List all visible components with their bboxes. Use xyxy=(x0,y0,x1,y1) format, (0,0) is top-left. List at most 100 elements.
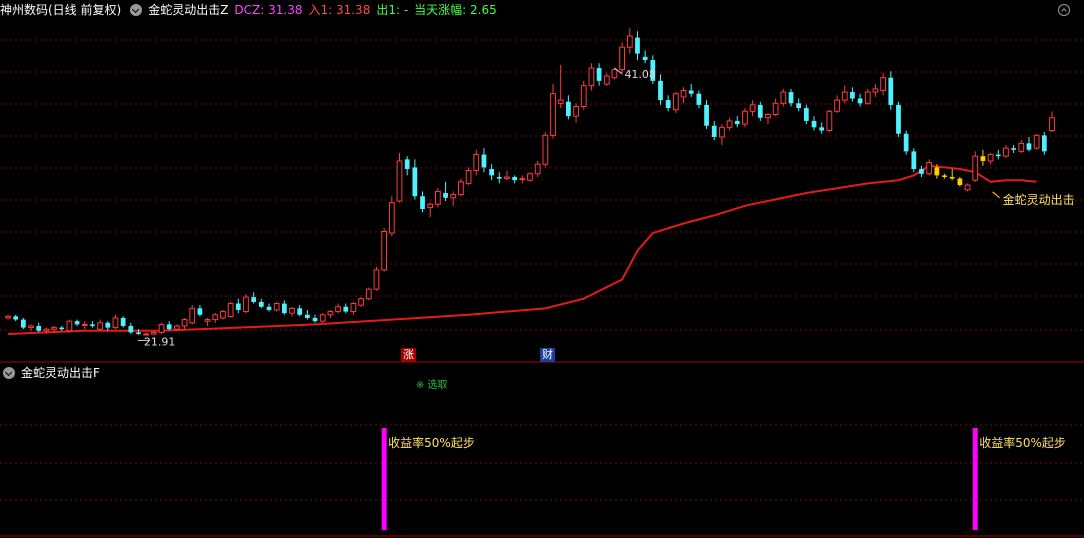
candle-body xyxy=(335,306,341,313)
candle-body xyxy=(903,133,909,152)
candle-body xyxy=(726,120,733,128)
signal-bar xyxy=(972,428,978,530)
candle-body xyxy=(496,176,502,179)
candle-body xyxy=(435,190,441,205)
candle-body xyxy=(919,168,924,174)
min-price-label: 21.91 xyxy=(144,335,176,348)
candle-body xyxy=(826,110,833,132)
candle-body xyxy=(97,322,103,330)
candle-body xyxy=(512,176,518,181)
candle-body xyxy=(305,314,310,318)
candle-body xyxy=(1033,134,1040,149)
candle-body xyxy=(1049,117,1055,132)
candle-body xyxy=(443,193,448,198)
candle-body xyxy=(834,99,840,112)
candle-body xyxy=(688,90,694,94)
collapse-icon[interactable] xyxy=(1058,4,1070,16)
candle-body xyxy=(819,127,825,131)
candle-body xyxy=(719,126,725,138)
candle-body xyxy=(811,120,817,128)
dcz-value: DCZ: 31.38 xyxy=(234,3,303,17)
candle-body xyxy=(120,317,126,326)
sub-indicator-dropdown-icon[interactable] xyxy=(3,367,15,379)
candle-body xyxy=(458,181,464,196)
candle-body xyxy=(251,297,257,302)
finance-badge[interactable]: 财 xyxy=(540,348,555,362)
candle-body xyxy=(573,106,579,117)
candle-body xyxy=(765,114,771,119)
candle-body xyxy=(1011,148,1016,150)
candle-body xyxy=(788,92,794,104)
candle-body xyxy=(626,35,633,48)
candle-body xyxy=(481,154,487,168)
candle-body xyxy=(396,160,403,202)
candle-body xyxy=(987,154,994,162)
candle-body xyxy=(358,298,364,306)
candle-body xyxy=(197,308,203,315)
candle-body xyxy=(696,93,702,105)
candle-body xyxy=(273,303,280,311)
candle-body xyxy=(557,99,564,104)
candle-body xyxy=(749,104,756,112)
candle-body xyxy=(566,101,571,117)
candle-body xyxy=(289,307,295,314)
candle-body xyxy=(181,319,188,327)
max-price-label: 41.08 xyxy=(624,68,656,81)
grid-lines xyxy=(0,39,1084,537)
candle-body xyxy=(711,125,717,137)
candle-body xyxy=(757,104,763,118)
candle-body xyxy=(596,68,602,81)
chart-annotations: 41.08 21.91 金蛇灵动出击 ※ 选取收益率50%起步 收益率50%起步 xyxy=(137,67,1075,450)
candle-body xyxy=(420,196,425,210)
candle-body xyxy=(166,324,172,330)
candle-body xyxy=(373,269,380,290)
indicator-dropdown-icon[interactable] xyxy=(130,4,143,16)
main-header: 神州数码(日线 前复权) 金蛇灵动出击Z DCZ: 31.38 入1: 31.3… xyxy=(0,1,503,19)
candle-body xyxy=(112,317,119,329)
candle-body xyxy=(327,311,334,316)
candle-body xyxy=(672,93,679,111)
candle-body xyxy=(680,89,687,98)
limit-up-badge[interactable]: 涨 xyxy=(401,348,416,362)
candle-body xyxy=(1018,142,1025,152)
candle-body xyxy=(527,173,533,181)
candle-body xyxy=(297,308,303,315)
candle-body xyxy=(5,315,11,319)
candle-body xyxy=(926,162,933,175)
candle-body xyxy=(519,178,526,181)
candle-body xyxy=(972,155,979,181)
candle-body xyxy=(412,167,418,197)
candle-body xyxy=(796,103,802,109)
candle-body xyxy=(504,176,510,180)
candle-body xyxy=(243,296,249,313)
sub-tag-label: ※ 选取 xyxy=(416,378,448,391)
candle-body xyxy=(704,104,709,126)
candle-body xyxy=(319,314,326,322)
signal-arrow xyxy=(992,191,1000,199)
candle-body xyxy=(603,75,610,85)
candle-body xyxy=(1003,147,1009,157)
candle-body xyxy=(189,307,196,324)
exit-value: 出1: - xyxy=(376,3,409,17)
sub-indicator-name[interactable]: 金蛇灵动出击F xyxy=(21,364,100,382)
candlestick-series xyxy=(5,28,1055,336)
candle-body xyxy=(266,306,272,310)
candle-body xyxy=(312,317,318,322)
candle-body xyxy=(204,319,211,322)
candle-body xyxy=(1041,135,1047,152)
chart-canvas[interactable]: 41.08 21.91 金蛇灵动出击 ※ 选取收益率50%起步 收益率50%起步 xyxy=(0,0,1084,538)
candle-body xyxy=(227,303,234,317)
signal-label: 金蛇灵动出击 xyxy=(1003,192,1075,207)
candle-body xyxy=(36,325,42,331)
candle-body xyxy=(642,56,648,61)
candle-body xyxy=(450,194,457,199)
candle-body xyxy=(174,325,180,330)
candle-body xyxy=(658,80,663,101)
candle-body xyxy=(158,323,165,333)
candle-body xyxy=(880,77,886,91)
candle-body xyxy=(59,327,65,330)
signal-bar xyxy=(381,428,387,530)
candle-body xyxy=(136,332,141,334)
candle-body xyxy=(864,91,871,104)
main-indicator-name[interactable]: 金蛇灵动出击Z xyxy=(148,1,228,19)
